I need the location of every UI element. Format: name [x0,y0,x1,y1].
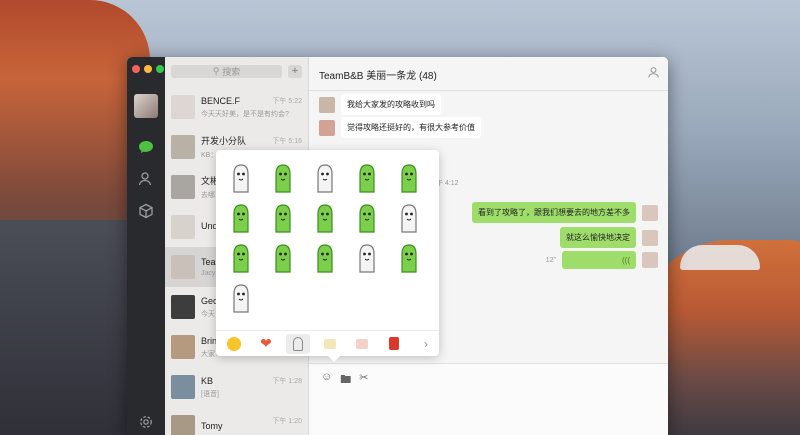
message-bubble[interactable]: 就这么愉快地决定 [560,227,636,248]
ghost-sticker[interactable] [224,280,258,316]
frog-sticker[interactable] [392,160,426,196]
sender-avatar[interactable] [319,96,335,113]
chat-avatar [171,95,195,119]
traffic-lights [132,65,164,73]
chat-avatar [171,335,195,359]
frog-sticker[interactable] [266,200,300,236]
frog-sticker[interactable] [266,240,300,276]
voice-wave-icon: ((( [622,255,630,265]
nav-rail [127,57,165,435]
chat-time: 下午 5:22 [272,98,302,105]
new-chat-button[interactable]: + [288,65,302,78]
wallpaper-snow [680,245,760,270]
chat-list-item[interactable]: Tomy 下午 1:20 [165,407,308,435]
chat-time: 下午 1:20 [272,418,302,425]
outgoing-message: 看到了攻略了，跟我们想要去的地方差不多 [472,202,658,223]
sticker-picker: ❤ › [216,150,439,362]
my-message-avatar[interactable] [642,229,658,246]
cake-pack-tab-icon[interactable] [318,334,342,354]
folder-icon[interactable]: 🖿 [340,371,351,390]
message-bubble[interactable]: 觉得攻略还挺好的，有很大参考价值 [341,117,481,138]
sticker-tabs: ❤ › [216,330,439,356]
incoming-message: 我给大家发的攻略收到吗 [319,94,441,115]
ghost-sticker[interactable] [224,160,258,196]
frog-sticker[interactable] [266,160,300,196]
message-composer[interactable]: ☺ 🖿 ✂ [309,363,668,435]
chat-icon[interactable] [136,139,156,159]
search-placeholder: 搜索 [222,67,241,77]
frog-sticker[interactable] [308,240,342,276]
frog-sticker[interactable] [308,200,342,236]
emoji-icon[interactable]: ☺ [321,371,332,390]
chat-avatar [171,215,195,239]
favorites-icon[interactable] [136,203,156,223]
search-input[interactable]: ⚲ 搜索 [171,65,282,78]
chat-avatar [171,135,195,159]
frog-sticker[interactable] [224,200,258,236]
close-button[interactable] [132,65,140,73]
chat-avatar [171,375,195,399]
settings-icon[interactable] [136,415,156,435]
sender-avatar[interactable] [319,119,335,136]
chevron-right-icon[interactable]: › [414,334,438,354]
ghost-sticker[interactable] [350,240,384,276]
group-members-icon[interactable] [647,66,660,82]
chat-list-item[interactable]: BENCE.F 今天天好美，是不是有约会? 下午 5:22 [165,87,308,127]
voice-bubble[interactable]: ((( [562,251,636,269]
frog-sticker[interactable] [392,240,426,276]
voice-duration: 12" [545,256,556,264]
incoming-message: 觉得攻略还挺好的，有很大参考价值 [319,117,481,138]
birthday-pack-tab-icon[interactable] [350,334,374,354]
wallpaper-cliff-base [0,220,130,435]
minimize-button[interactable] [144,65,152,73]
emoji-tab-icon[interactable] [222,334,246,354]
my-avatar[interactable] [134,94,158,118]
ghost-sticker[interactable] [308,160,342,196]
zoom-button[interactable] [156,65,164,73]
chat-avatar [171,255,195,279]
ghost-sticker[interactable] [392,200,426,236]
sticker-pack-tab-icon[interactable] [286,333,310,354]
chat-list-item[interactable]: KB [语音] 下午 1:28 [165,367,308,407]
chat-time: 下午 1:28 [272,378,302,385]
chat-preview: [语音] [201,390,219,398]
outgoing-voice-message: 12" ((( [546,251,658,269]
chat-preview: 今天天好美，是不是有约会? [201,110,289,118]
scissors-icon[interactable]: ✂ [359,371,368,390]
search-icon: ⚲ [212,66,220,76]
conversation-title: TeamB&B 美丽一条龙 (48) [309,57,668,91]
red-pack-tab-icon[interactable] [382,334,406,354]
message-bubble[interactable]: 看到了攻略了，跟我们想要去的地方差不多 [472,202,636,223]
outgoing-message: 就这么愉快地决定 [560,227,658,248]
my-message-avatar[interactable] [642,204,658,221]
contacts-icon[interactable] [136,171,156,191]
chat-avatar [171,175,195,199]
frog-sticker[interactable] [224,240,258,276]
frog-sticker[interactable] [350,160,384,196]
chat-avatar [171,415,195,435]
message-bubble[interactable]: 我给大家发的攻略收到吗 [341,94,441,115]
heart-tab-icon[interactable]: ❤ [254,334,278,354]
chat-time: 下午 5:16 [272,138,302,145]
frog-sticker[interactable] [350,200,384,236]
my-message-avatar[interactable] [642,252,658,268]
chat-avatar [171,295,195,319]
